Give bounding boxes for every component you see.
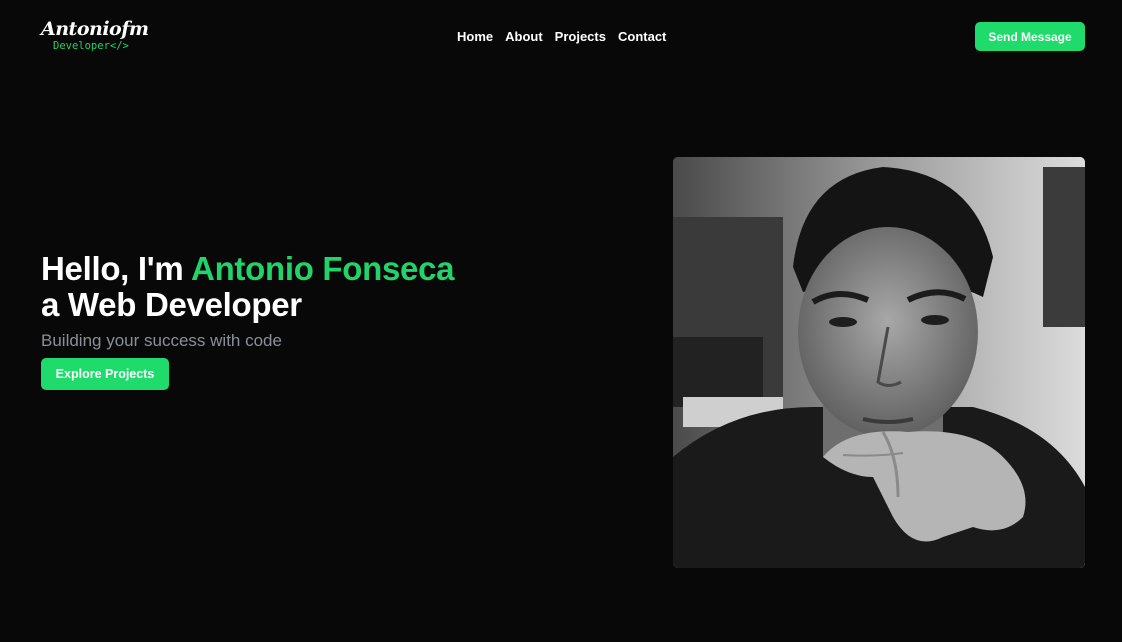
hero-role: a Web Developer	[41, 286, 302, 323]
nav-about[interactable]: About	[505, 28, 543, 45]
hero-greeting: Hello, I'm	[41, 250, 184, 287]
profile-photo	[673, 157, 1085, 568]
send-message-button[interactable]: Send Message	[975, 22, 1085, 51]
portrait-illustration	[673, 157, 1085, 568]
logo[interactable]: Antoniofm Developer</>	[41, 18, 161, 53]
nav-contact[interactable]: Contact	[618, 28, 666, 45]
logo-name: Antoniofm	[41, 18, 149, 40]
main-nav: Home About Projects Contact	[457, 28, 666, 45]
logo-tagline: Developer</>	[53, 40, 129, 52]
explore-projects-button[interactable]: Explore Projects	[41, 358, 169, 390]
hero-subtitle: Building your success with code	[41, 331, 282, 350]
hero-title: Hello, I'm Antonio Fonseca a Web Develop…	[41, 250, 455, 323]
nav-home[interactable]: Home	[457, 28, 493, 45]
hero-name: Antonio Fonseca	[191, 250, 455, 287]
nav-projects[interactable]: Projects	[555, 28, 606, 45]
page: Antoniofm Developer</> Home About Projec…	[0, 0, 1122, 642]
